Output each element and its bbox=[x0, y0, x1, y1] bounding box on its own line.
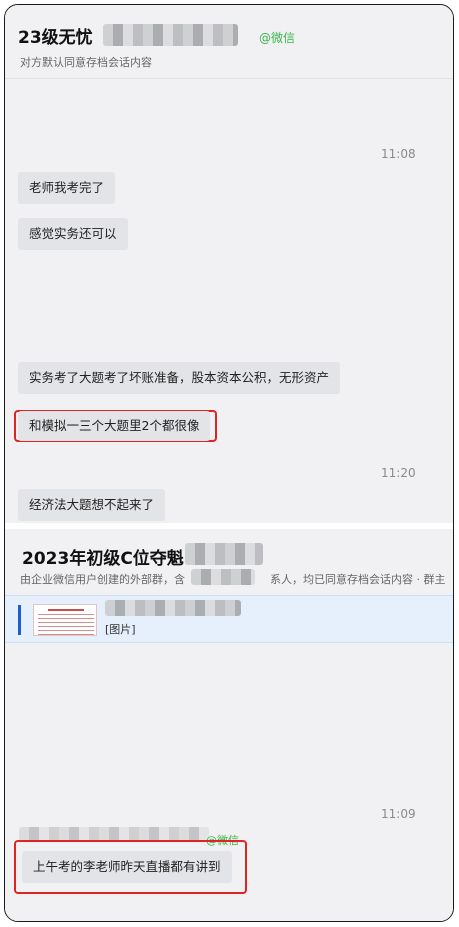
image-message-row[interactable]: [图片] bbox=[5, 595, 453, 643]
timestamp: 11:20 bbox=[381, 466, 416, 480]
message-bubble[interactable]: 老师我考完了 bbox=[18, 172, 116, 204]
redacted-name bbox=[103, 24, 238, 46]
chat-title: 23级无忧 bbox=[18, 28, 93, 48]
wechat-tag: @微信 bbox=[259, 31, 296, 45]
chat-header: 23级无忧 @微信 对方默认同意存档会话内容 bbox=[5, 5, 453, 79]
screenshot-frame: 23级无忧 @微信 对方默认同意存档会话内容 11:08 老师我考完了 感觉实务… bbox=[4, 4, 454, 922]
redacted-sender bbox=[105, 600, 241, 616]
chat-panel-1: 23级无忧 @微信 对方默认同意存档会话内容 11:08 老师我考完了 感觉实务… bbox=[5, 5, 453, 523]
message-bubble[interactable]: 经济法大题想不起来了 bbox=[18, 489, 166, 521]
image-thumbnail[interactable] bbox=[33, 604, 97, 636]
image-label: [图片] bbox=[105, 623, 136, 636]
message-bubble[interactable]: 和模拟一三个大题里2个都很像 bbox=[18, 411, 211, 441]
message-bubble[interactable]: 上午考的李老师昨天直播都有讲到 bbox=[22, 851, 232, 883]
chat-panel-2: 2023年初级C位夺魁 由企业微信用户创建的外部群，含 系人，均已同意存档会话内… bbox=[5, 529, 453, 921]
group-title: 2023年初级C位夺魁 bbox=[22, 549, 184, 569]
timestamp: 11:09 bbox=[381, 807, 416, 821]
chat-subtitle: 对方默认同意存档会话内容 bbox=[20, 56, 152, 69]
selection-accent bbox=[18, 605, 21, 635]
group-subtitle-part1: 由企业微信用户创建的外部群，含 bbox=[20, 573, 185, 586]
message-bubble[interactable]: 感觉实务还可以 bbox=[18, 218, 128, 250]
redacted-group-name bbox=[185, 543, 263, 565]
group-subtitle-part2: 系人，均已同意存档会话内容 · 群主 bbox=[270, 573, 446, 586]
timestamp: 11:08 bbox=[381, 147, 416, 161]
message-bubble[interactable]: 实务考了大题考了坏账准备，股本资本公积，无形资产 bbox=[18, 362, 341, 394]
header-divider bbox=[5, 78, 453, 79]
redacted-member-count bbox=[191, 569, 255, 585]
redacted-sender-name bbox=[19, 827, 209, 841]
